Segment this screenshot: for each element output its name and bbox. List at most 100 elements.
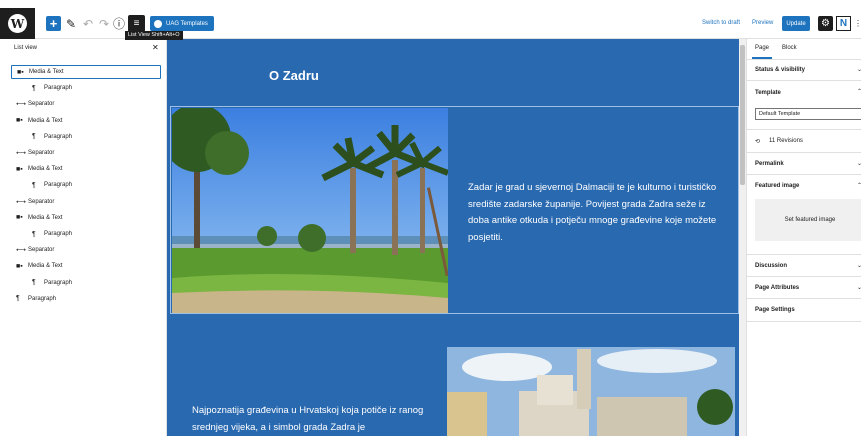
list-item-label: Separator [28, 247, 55, 254]
paragraph-icon: ¶ [32, 84, 36, 92]
list-item-label: Paragraph [44, 133, 73, 140]
permalink-label: Permalink [755, 161, 784, 167]
list-item[interactable]: ⟷ Separator [16, 243, 156, 257]
settings-sidebar: Page Block Status & visibility ⌄ Templat… [746, 39, 861, 436]
settings-gear-icon[interactable]: ⚙ [818, 16, 833, 31]
update-button[interactable]: Update [782, 16, 810, 31]
list-item-label: Paragraph [44, 182, 73, 189]
list-item-label: Paragraph [28, 295, 57, 302]
page-settings-label: Page Settings [755, 307, 795, 313]
list-item[interactable]: ¶ Paragraph [16, 178, 156, 192]
template-panel: Template ⌃ [747, 81, 861, 130]
wordpress-icon: W [8, 14, 27, 33]
separator-icon: ⟷ [16, 198, 27, 206]
paragraph-icon: ¶ [32, 181, 36, 189]
tab-block[interactable]: Block [782, 45, 797, 51]
list-item[interactable]: ¶ Paragraph [16, 81, 156, 95]
separator-icon: ⟷ [16, 101, 27, 109]
media-image-church[interactable] [447, 347, 735, 436]
close-icon[interactable]: ✕ [152, 43, 159, 52]
page-heading[interactable]: O Zadru [269, 68, 319, 83]
list-item-label: Media & Text [28, 263, 63, 270]
preview-link[interactable]: Preview [752, 20, 773, 26]
paragraph-icon: ¶ [32, 133, 36, 141]
page-attributes-panel[interactable]: Page Attributes ⌄ [747, 277, 861, 299]
list-item-label: Media & Text [28, 117, 63, 124]
block1-paragraph[interactable]: Zadar je grad u sjevernoj Dalmaciji te j… [468, 180, 718, 246]
separator-icon: ⟷ [16, 150, 27, 157]
chevron-down-icon: ⌄ [857, 285, 861, 291]
edit-pencil-icon[interactable]: ✎ [66, 15, 76, 32]
status-visibility-label: Status & visibility [755, 67, 806, 73]
list-item[interactable]: ¶ Paragraph [16, 292, 156, 306]
block2-paragraph[interactable]: Najpoznatija građevina u Hrvatskoj koja … [192, 403, 462, 436]
list-item[interactable]: ⟷ Separator [16, 146, 156, 160]
more-options-icon[interactable]: ⋮ [854, 19, 861, 28]
revisions-label: 11 Revisions [769, 138, 803, 144]
chevron-up-icon[interactable]: ⌃ [857, 182, 861, 189]
list-item-label: Media & Text [29, 69, 64, 75]
redo-icon[interactable]: ↷ [99, 15, 109, 32]
paragraph-icon: ¶ [32, 230, 36, 238]
list-item[interactable]: ■▪ Media & Text [16, 211, 156, 225]
list-item-label: Separator [28, 150, 55, 156]
media-text-icon: ■▪ [16, 165, 23, 173]
canvas-scrollbar[interactable] [739, 39, 746, 436]
featured-image-label: Featured image [755, 183, 800, 189]
list-item-label: Media & Text [28, 214, 63, 221]
list-item[interactable]: ■▪ Media & Text [16, 162, 156, 176]
list-view-button[interactable]: ≡ [128, 15, 145, 32]
wordpress-logo-button[interactable]: W [0, 8, 35, 39]
media-image-palms[interactable] [172, 108, 448, 313]
list-item-label: Separator [28, 198, 55, 205]
separator-icon: ⟷ [16, 247, 27, 255]
permalink-panel[interactable]: Permalink ⌄ [747, 153, 861, 175]
undo-icon[interactable]: ↶ [83, 15, 93, 32]
list-item[interactable]: ¶ Paragraph [16, 227, 156, 241]
paragraph-icon: ¶ [16, 295, 20, 303]
editor-canvas: O Zadru Zadar je grad u sjevernoj Dalmac… [167, 39, 739, 436]
media-text-icon: ■▪ [17, 68, 24, 76]
chevron-down-icon: ⌄ [857, 67, 861, 73]
list-view-tooltip: List View Shift+Alt+O [125, 31, 183, 40]
list-item[interactable]: ■▪ Media & Text [16, 259, 156, 273]
list-item[interactable]: ¶ Paragraph [16, 130, 156, 144]
scrollbar-thumb[interactable] [740, 45, 745, 185]
template-select[interactable]: Default Template [755, 108, 861, 120]
list-view-panel: List view ✕ ■▪ Media & Text ¶ Paragraph ⟷ Sep… [0, 39, 167, 436]
list-item[interactable]: ■▪ Media & Text [11, 65, 161, 79]
discussion-panel[interactable]: Discussion ⌄ [747, 255, 861, 277]
revisions-row[interactable]: ⟲ 11 Revisions [747, 130, 861, 153]
list-item[interactable]: ⟷ Separator [16, 97, 156, 111]
list-view-title: List view [14, 45, 38, 51]
switch-to-draft-link[interactable]: Switch to draft [702, 20, 740, 26]
chevron-up-icon[interactable]: ⌃ [857, 88, 861, 95]
template-label: Template [755, 90, 781, 96]
history-icon: ⟲ [755, 139, 761, 145]
sidebar-tabs: Page Block [747, 39, 861, 60]
page-settings-panel[interactable]: Page Settings [747, 299, 861, 322]
list-item[interactable]: ⟷ Separator [16, 195, 156, 209]
info-icon[interactable]: ⓘ [113, 15, 125, 32]
list-item-label: Media & Text [28, 166, 63, 173]
add-block-button[interactable]: + [46, 16, 61, 31]
media-text-icon: ■▪ [16, 262, 23, 270]
list-item-label: Separator [28, 101, 55, 108]
list-item[interactable]: ¶ Paragraph [16, 276, 156, 290]
uag-templates-button[interactable]: UAG Templates [150, 16, 214, 31]
list-item-label: Paragraph [44, 85, 73, 92]
set-featured-image-button[interactable]: Set featured image [755, 199, 861, 241]
chevron-down-icon: ⌄ [857, 263, 861, 269]
chevron-down-icon: ⌄ [857, 161, 861, 167]
status-visibility-panel[interactable]: Status & visibility ⌄ [747, 59, 861, 81]
discussion-label: Discussion [755, 263, 788, 269]
media-text-icon: ■▪ [16, 214, 23, 222]
list-item-label: Paragraph [44, 231, 73, 237]
list-item-label: Paragraph [44, 279, 73, 286]
plugin-n-icon[interactable]: N [836, 16, 851, 31]
paragraph-icon: ¶ [32, 279, 36, 287]
list-item[interactable]: ■▪ Media & Text [16, 114, 156, 128]
tab-page[interactable]: Page [751, 45, 773, 59]
media-text-icon: ■▪ [16, 117, 23, 125]
uag-icon [154, 19, 162, 28]
